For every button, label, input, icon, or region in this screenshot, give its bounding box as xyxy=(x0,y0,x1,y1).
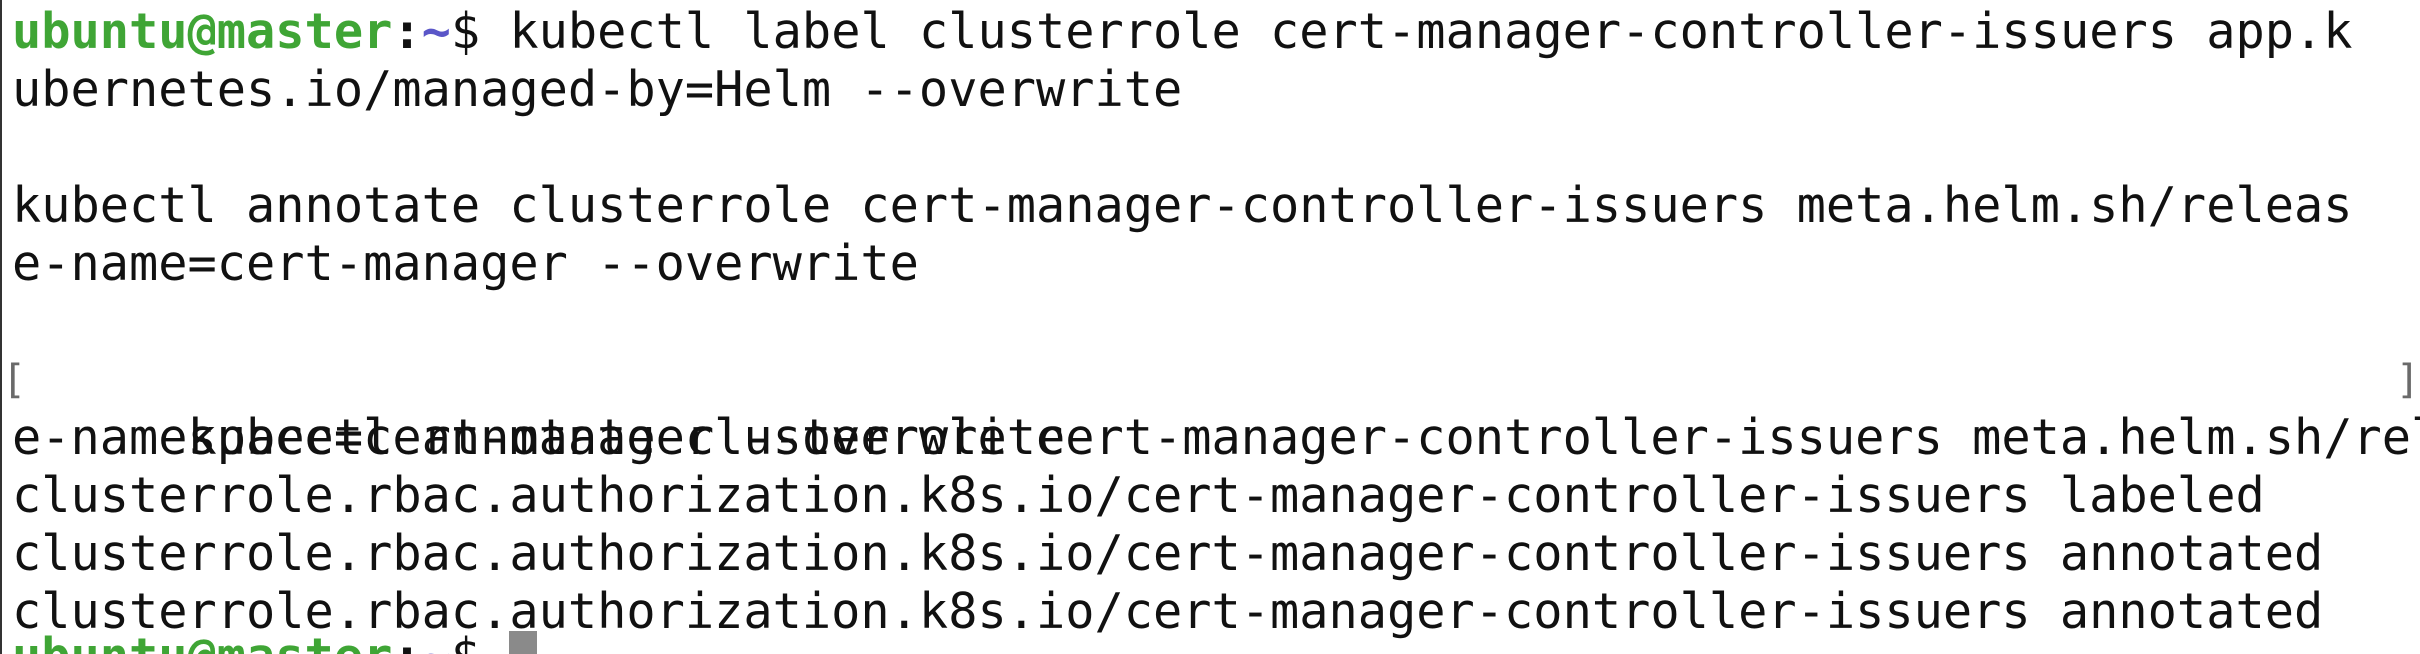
command-line-7: [ kubectl annotate clusterrole cert-manag… xyxy=(2,351,2420,466)
output-line: clusterrole.rbac.authorization.k8s.io/ce… xyxy=(12,526,2324,582)
prompt-colon: : xyxy=(392,4,422,60)
current-prompt-line[interactable]: ubuntu@master:~$ xyxy=(12,628,538,654)
prompt-user-host: ubuntu@master xyxy=(12,4,393,60)
prompt-symbol: $ xyxy=(450,4,510,60)
prompt-path: ~ xyxy=(421,4,451,60)
prompt-path: ~ xyxy=(422,629,451,654)
text-cursor xyxy=(509,631,538,654)
prompt-symbol: $ xyxy=(451,629,510,654)
output-line: clusterrole.rbac.authorization.k8s.io/ce… xyxy=(12,468,2265,524)
command-line-1: ubuntu@master:~$ kubectl label clusterro… xyxy=(12,3,2420,61)
command-line-2: ubernetes.io/managed-by=Helm --overwrite xyxy=(12,62,1183,118)
command-line-4: kubectl annotate clusterrole cert-manage… xyxy=(12,178,2353,234)
command-text: kubectl label clusterrole cert-manager-c… xyxy=(509,4,2353,60)
terminal-window[interactable]: ubuntu@master:~$ kubectl label clusterro… xyxy=(0,0,2420,654)
command-text: kubectl annotate clusterrole cert-manage… xyxy=(187,410,2420,466)
terminal-output[interactable]: ubuntu@master:~$ kubectl label clusterro… xyxy=(2,3,2420,641)
command-line-5: e-name=cert-manager --overwrite xyxy=(12,236,919,292)
window-border xyxy=(0,0,2,654)
prompt-user-host: ubuntu@master xyxy=(12,629,392,654)
wrap-marker-left: [ xyxy=(2,357,27,403)
wrap-marker-right: ] xyxy=(2395,357,2420,403)
prompt-colon: : xyxy=(392,629,421,654)
